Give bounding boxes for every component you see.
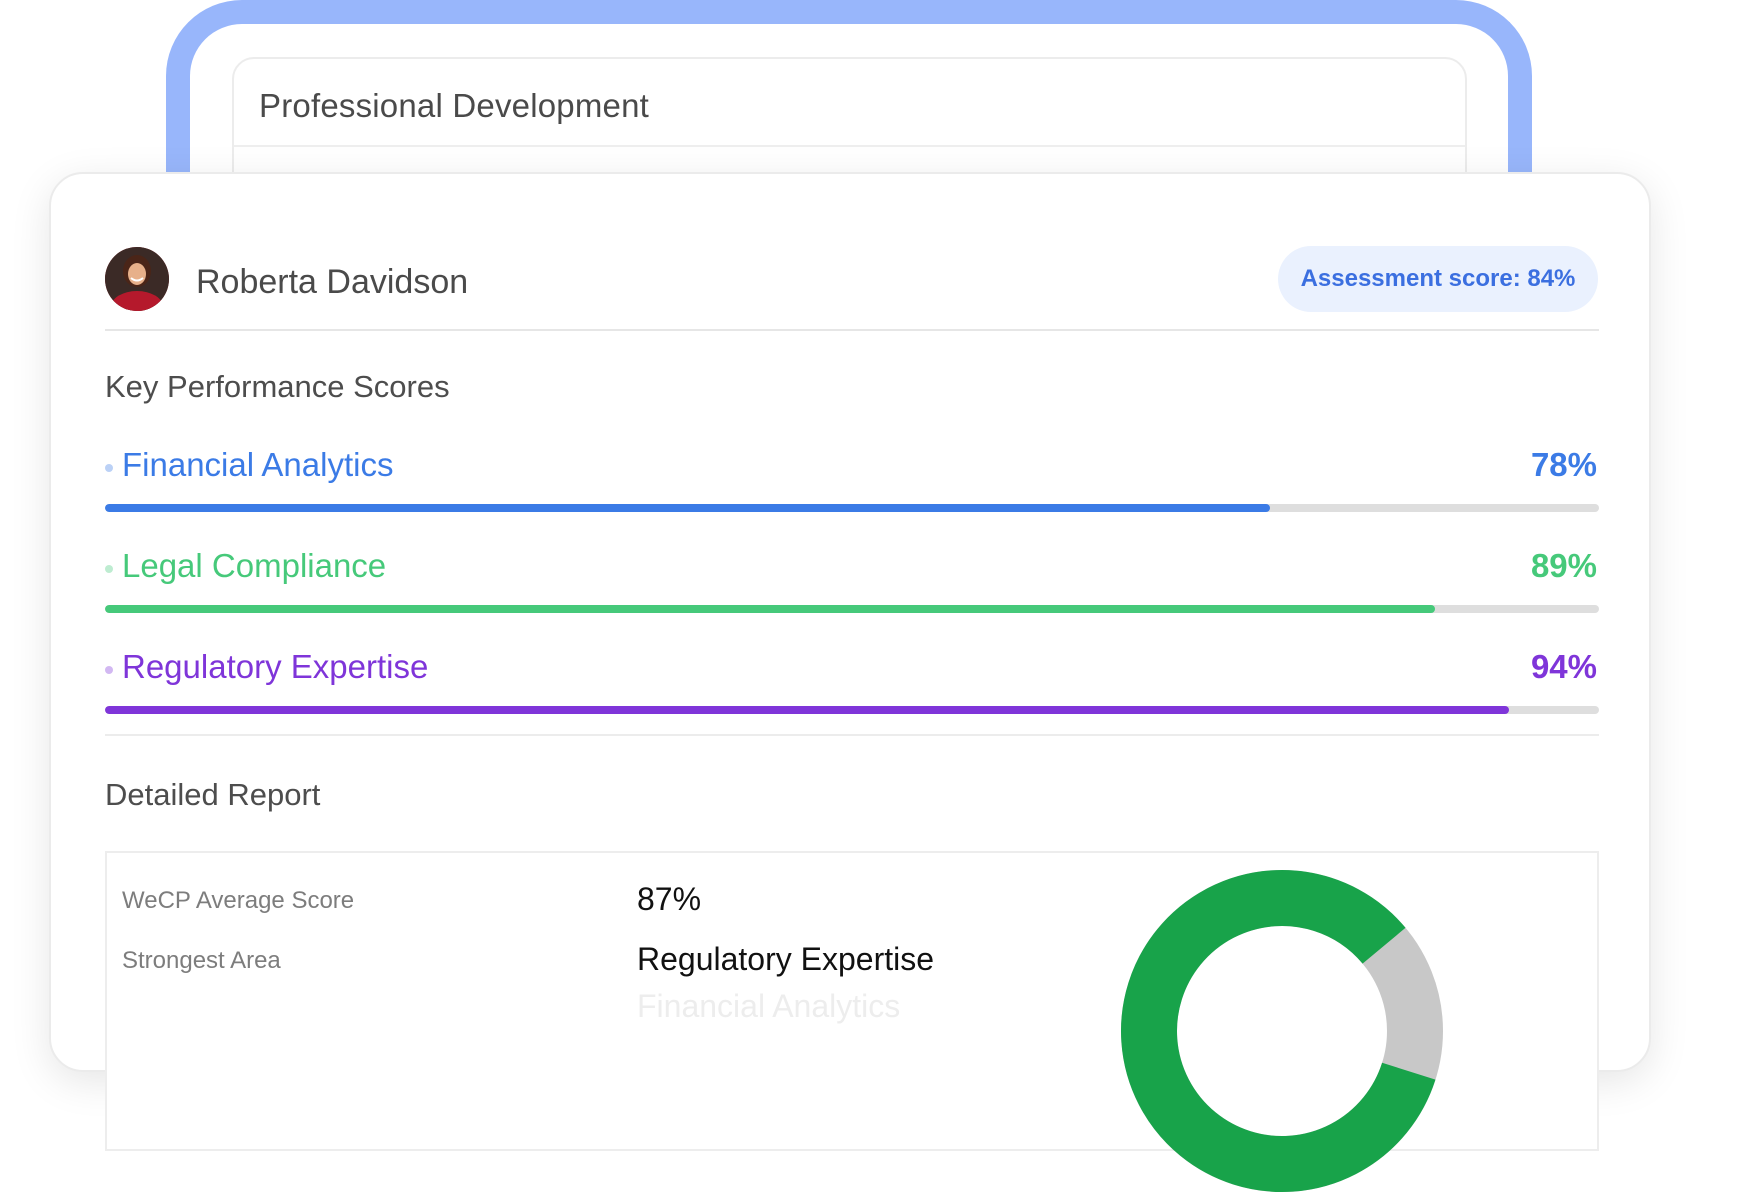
professional-development-title: Professional Development: [259, 87, 650, 124]
report-row-strongest-area: Strongest Area Regulatory Expertise: [122, 941, 1122, 981]
score-donut-chart: [1121, 870, 1443, 1192]
metric-value: 94%: [1530, 648, 1597, 685]
report-row-average-score: WeCP Average Score 87%: [122, 881, 1122, 921]
candidate-name: Roberta Davidson: [196, 263, 469, 301]
detailed-report-title: Detailed Report: [105, 777, 321, 812]
progress-track: [105, 504, 1599, 512]
report-value: Regulatory Expertise: [637, 941, 935, 977]
candidate-report-card: Roberta Davidson Assessment score: 84% K…: [49, 172, 1651, 1192]
metric-value: 89%: [1530, 547, 1597, 584]
metric-label: Financial Analytics: [122, 446, 394, 483]
report-key: Strongest Area: [122, 947, 281, 974]
section-divider: [105, 734, 1599, 736]
metric-label: Legal Compliance: [122, 547, 387, 584]
progress-fill: [105, 504, 1271, 512]
metric-legal-compliance: Legal Compliance 89%: [105, 547, 1599, 617]
metric-regulatory-expertise: Regulatory Expertise 94%: [105, 648, 1599, 718]
key-performance-title: Key Performance Scores: [105, 369, 450, 404]
report-value: 87%: [637, 881, 702, 917]
detailed-report-table: WeCP Average Score 87% Strongest Area Re…: [105, 851, 1599, 1192]
metric-dot: [105, 464, 113, 472]
metric-dot: [105, 666, 113, 674]
progress-track: [105, 706, 1599, 714]
progress-fill: [105, 706, 1510, 714]
faded-report-value: Financial Analytics: [637, 988, 901, 1024]
assessment-score-badge: Assessment score: 84%: [1278, 246, 1598, 312]
metric-financial-analytics: Financial Analytics 78%: [105, 446, 1599, 516]
avatar: [105, 247, 169, 311]
metric-label: Regulatory Expertise: [122, 648, 429, 685]
user-avatar-icon: [105, 247, 169, 311]
progress-fill: [105, 605, 1435, 613]
header-divider: [105, 329, 1599, 331]
report-key: WeCP Average Score: [122, 887, 355, 914]
metric-dot: [105, 565, 113, 573]
metric-value: 78%: [1530, 446, 1597, 483]
card-divider: [234, 145, 1465, 147]
progress-track: [105, 605, 1599, 613]
